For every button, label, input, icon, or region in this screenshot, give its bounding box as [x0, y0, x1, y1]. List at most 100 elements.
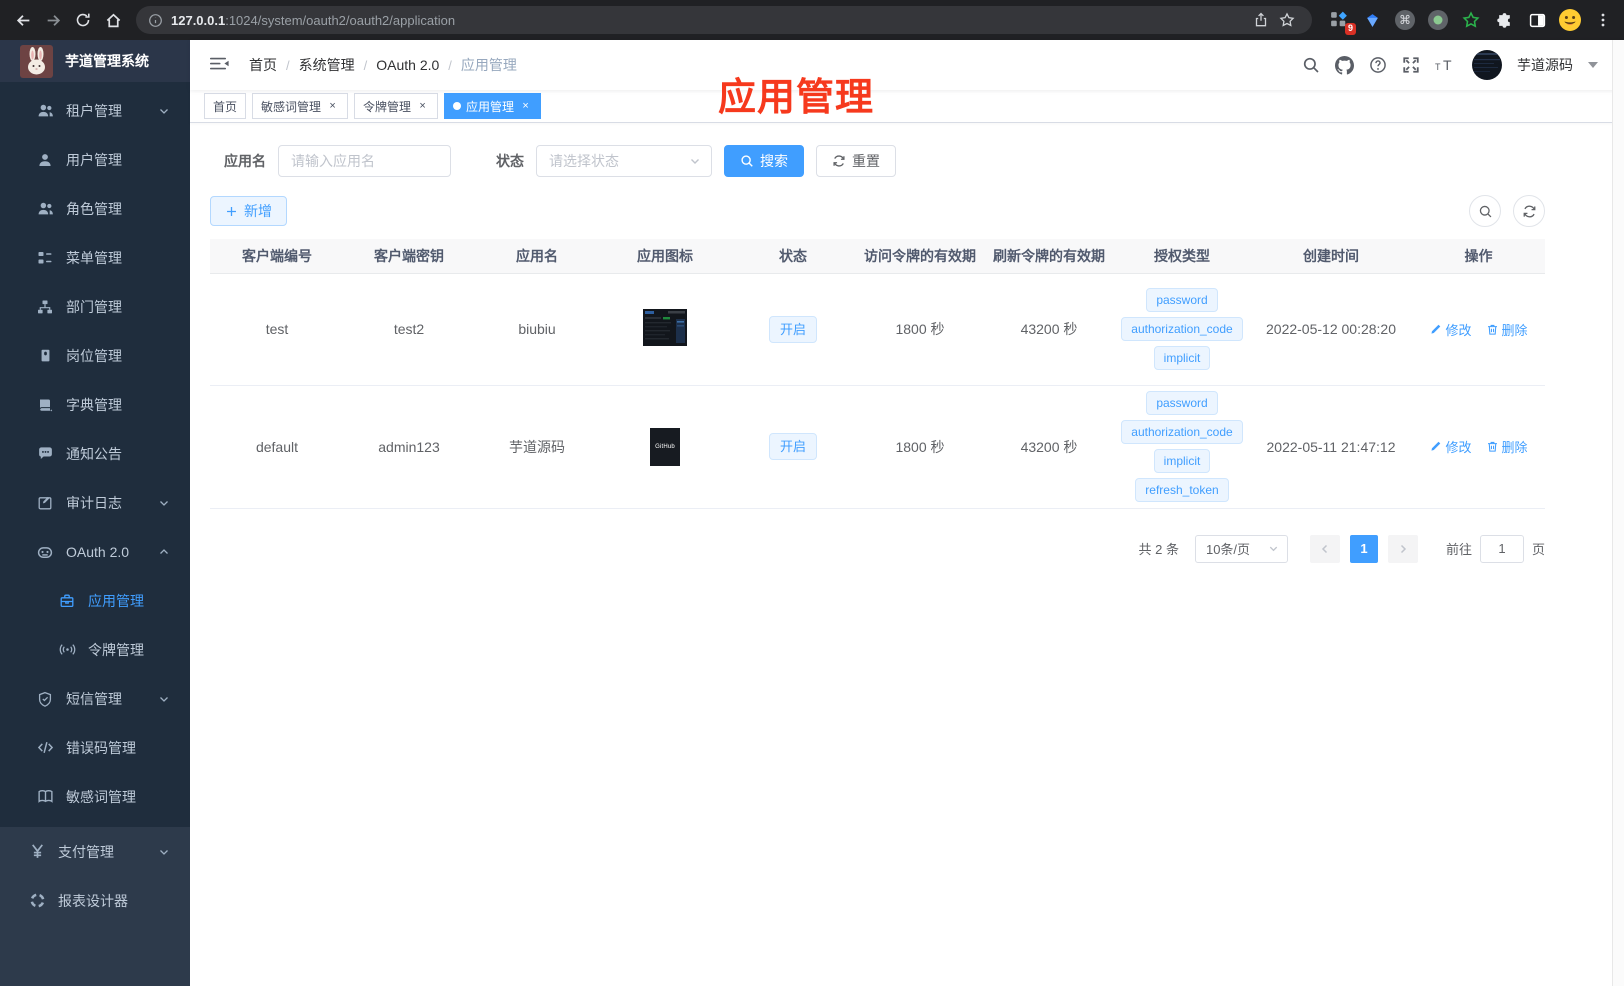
sidebar-item-error-code[interactable]: 错误码管理 — [0, 723, 190, 772]
cell-secret: test2 — [344, 273, 474, 386]
extensions-puzzle-button[interactable] — [1491, 7, 1517, 33]
sidebar-item-label: 审计日志 — [66, 494, 122, 511]
extension-command-button[interactable]: ⌘ — [1392, 7, 1418, 33]
profile-emoji-icon — [1558, 8, 1582, 32]
share-icon — [1253, 12, 1269, 28]
svg-text:T: T — [1435, 62, 1441, 72]
delete-link[interactable]: 删除 — [1486, 320, 1528, 339]
chevron-down-icon — [158, 693, 170, 705]
sidebar-item-tenant[interactable]: 租户管理 — [0, 86, 190, 135]
sidebar-item-role[interactable]: 角色管理 — [0, 184, 190, 233]
share-button[interactable] — [1248, 7, 1274, 33]
fullscreen-button[interactable] — [1402, 56, 1420, 74]
site-info-icon[interactable] — [148, 13, 163, 28]
sidebar-item-dept[interactable]: 部门管理 — [0, 282, 190, 331]
status-select[interactable]: 请选择状态 — [536, 145, 712, 177]
extension-gem-button[interactable] — [1359, 7, 1385, 33]
sidebar-item-sensitive-word[interactable]: 敏感词管理 — [0, 772, 190, 821]
add-button-label: 新增 — [244, 203, 272, 219]
extension-record-button[interactable] — [1425, 7, 1451, 33]
extension-grid-button[interactable]: 9 — [1326, 7, 1356, 35]
kebab-menu-icon — [1595, 12, 1611, 28]
breadcrumb-item[interactable]: 系统管理 — [299, 55, 355, 75]
cell-secret: admin123 — [344, 385, 474, 509]
audit-icon — [36, 495, 54, 511]
extension-star-button[interactable] — [1458, 7, 1484, 33]
tab-close-icon[interactable]: × — [416, 100, 429, 113]
user-caret-down-icon[interactable] — [1588, 62, 1598, 68]
chevron-right-icon — [1397, 543, 1409, 555]
bookmark-star-button[interactable] — [1274, 7, 1300, 33]
table-row: default admin123 芋道源码 GitHub 开启 1800 秒 43200 秒… — [210, 385, 1545, 509]
header-search-button[interactable] — [1302, 56, 1320, 74]
browser-back-button[interactable] — [8, 5, 38, 35]
column-header: 状态 — [730, 239, 856, 274]
browser-menu-button[interactable] — [1590, 7, 1616, 33]
sidebar-item-menu[interactable]: 菜单管理 — [0, 233, 190, 282]
sidebar-item-oauth2-token[interactable]: 令牌管理 — [0, 625, 190, 674]
app-icon-image: GitHub — [650, 427, 680, 466]
scrollbar-track[interactable] — [1612, 40, 1624, 986]
github-link-button[interactable] — [1335, 55, 1354, 75]
pagination-total: 共 2 条 — [1138, 542, 1179, 557]
font-size-button[interactable]: TT — [1435, 57, 1457, 73]
sidebar-item-dict[interactable]: 字典管理 — [0, 380, 190, 429]
browser-reload-button[interactable] — [68, 5, 98, 35]
sidebar-item-label: 敏感词管理 — [66, 788, 136, 805]
app-logo[interactable]: 芋道管理系统 — [0, 40, 190, 82]
reset-button[interactable]: 重置 — [816, 145, 896, 177]
sidebar-item-oauth2-application[interactable]: 应用管理 — [0, 576, 190, 625]
app-icon-image — [643, 309, 687, 346]
column-header: 应用图标 — [600, 239, 730, 274]
sidebar-item-notice[interactable]: 通知公告 — [0, 429, 190, 478]
page-jump-input[interactable] — [1479, 534, 1524, 563]
extension-area: 9 ⌘ — [1326, 7, 1616, 35]
sidebar-item-post[interactable]: 岗位管理 — [0, 331, 190, 380]
sidebar-submenu-section: 租户管理 用户管理 角色管理 菜单管理 部门管理 岗位管理 字典管理 通知公告审计日志 OAut… — [0, 82, 190, 827]
sidebar-item-label: OAuth 2.0 — [66, 543, 130, 560]
tab-close-icon[interactable]: × — [326, 100, 339, 113]
cell-grant-types: password authorization_code implicit refres… — [1114, 385, 1250, 509]
help-doc-button[interactable] — [1369, 56, 1387, 74]
breadcrumb-item[interactable]: OAuth 2.0 — [376, 57, 439, 73]
app-icon — [58, 593, 76, 609]
sidebar-collapse-button[interactable] — [204, 49, 235, 81]
breadcrumb-item[interactable]: 首页 — [249, 55, 277, 75]
tab-close-icon[interactable]: × — [519, 100, 532, 113]
browser-home-button[interactable] — [98, 5, 128, 35]
user-avatar[interactable] — [1472, 50, 1502, 80]
edit-link[interactable]: 修改 — [1429, 320, 1472, 339]
tab-home[interactable]: 首页 — [204, 93, 247, 119]
sidebar-item-oauth2[interactable]: OAuth 2.0 — [0, 527, 190, 576]
sidebar-item-sms[interactable]: 短信管理 — [0, 674, 190, 723]
refresh-icon — [1522, 204, 1537, 219]
sidebar-item-audit-log[interactable]: 审计日志 — [0, 478, 190, 527]
add-button[interactable]: 新增 — [210, 196, 287, 226]
sidebar-item-pay[interactable]: 支付管理 — [0, 827, 190, 876]
refresh-table-button[interactable] — [1513, 195, 1545, 227]
sidebar-item-user[interactable]: 用户管理 — [0, 135, 190, 184]
delete-link[interactable]: 删除 — [1486, 437, 1528, 456]
tab-application[interactable]: 应用管理 × — [444, 93, 542, 119]
search-button[interactable]: 搜索 — [724, 145, 804, 177]
grant-type-tag: password — [1146, 391, 1218, 415]
side-panel-button[interactable] — [1524, 7, 1550, 33]
app-name-input[interactable] — [278, 145, 451, 177]
profile-avatar-button[interactable] — [1557, 7, 1583, 33]
tab-token[interactable]: 令牌管理 × — [354, 93, 439, 119]
page-number-button[interactable]: 1 — [1349, 534, 1378, 563]
cell-grant-types: password authorization_code implicit — [1114, 273, 1250, 386]
page-size-select[interactable]: 10条/页 — [1194, 534, 1288, 563]
tab-sensitive-word[interactable]: 敏感词管理 × — [252, 93, 349, 119]
status-badge: 开启 — [768, 315, 817, 343]
navbar-actions: TT 芋道源码 — [1302, 50, 1598, 80]
extension-badge: 9 — [1344, 23, 1356, 35]
url-bar[interactable]: 127.0.0.1:1024/system/oauth2/oauth2/appl… — [136, 6, 1312, 34]
sidebar-item-report-designer[interactable]: 报表设计器 — [0, 876, 190, 925]
edit-link[interactable]: 修改 — [1429, 437, 1472, 456]
prev-page-button[interactable] — [1309, 534, 1340, 563]
active-tab-dot — [453, 102, 462, 110]
next-page-button[interactable] — [1387, 534, 1418, 563]
hide-search-button[interactable] — [1469, 195, 1501, 227]
browser-forward-button[interactable] — [38, 5, 68, 35]
